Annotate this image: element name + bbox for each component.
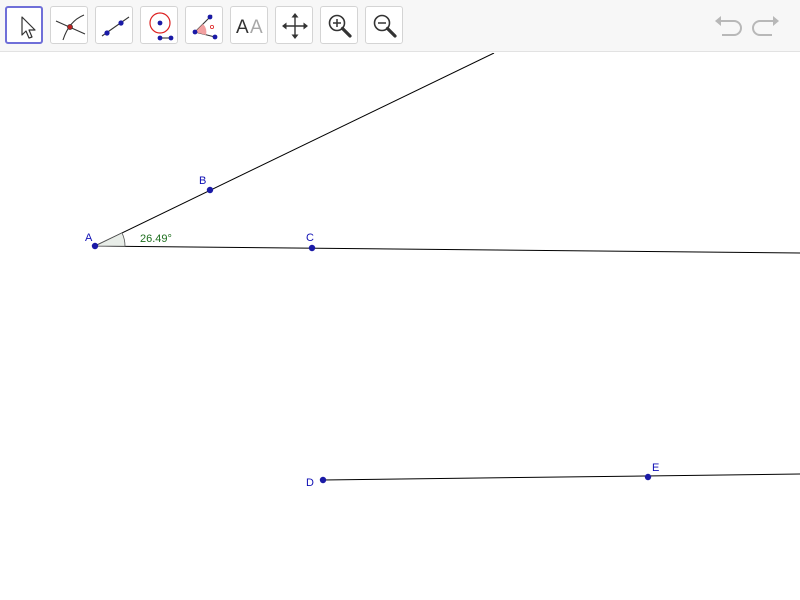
move-graphics-icon xyxy=(282,13,308,39)
move-tool-button[interactable] xyxy=(5,6,43,44)
point-c[interactable] xyxy=(308,244,316,252)
ray-ac[interactable] xyxy=(94,245,800,254)
point-c-label: C xyxy=(306,232,314,244)
point-a-label: A xyxy=(85,232,93,244)
undo-button[interactable] xyxy=(712,12,744,40)
point-b[interactable] xyxy=(206,186,214,194)
point-d-label: D xyxy=(306,477,314,489)
ray-de[interactable] xyxy=(322,473,800,481)
toolbar: A A xyxy=(0,0,800,52)
text-tool-button[interactable]: A A xyxy=(230,6,268,44)
zoom-in-icon xyxy=(328,14,352,38)
redo-button[interactable] xyxy=(750,12,782,40)
move-graphics-tool-button[interactable] xyxy=(275,6,313,44)
angle-icon xyxy=(192,14,218,40)
angle-sector[interactable] xyxy=(94,232,126,247)
point-b-label: B xyxy=(199,175,206,187)
point-e[interactable] xyxy=(644,473,652,481)
zoom-out-tool-button[interactable] xyxy=(365,6,403,44)
text-aa-icon: A A xyxy=(236,17,263,38)
text-icon-letter-light: A xyxy=(250,17,263,38)
line-two-points-icon xyxy=(101,16,130,37)
text-icon-letter-dark: A xyxy=(236,17,249,38)
angle-tool-button[interactable] xyxy=(185,6,223,44)
point-a[interactable] xyxy=(91,242,99,250)
undo-icon xyxy=(715,16,742,36)
ray-ab[interactable] xyxy=(94,53,495,247)
angle-value-label: 26.49° xyxy=(140,233,172,245)
intersect-point-icon xyxy=(55,14,86,41)
circle-tool-button[interactable] xyxy=(140,6,178,44)
intersect-tool-button[interactable] xyxy=(50,6,88,44)
point-e-label: E xyxy=(652,462,659,474)
arrow-pointer-icon xyxy=(21,16,36,39)
graphics-view[interactable]: 26.49° A B C D E xyxy=(0,53,800,600)
circle-center-icon xyxy=(149,12,174,41)
redo-icon xyxy=(752,16,779,36)
line-tool-button[interactable] xyxy=(95,6,133,44)
point-d[interactable] xyxy=(319,476,327,484)
zoom-in-tool-button[interactable] xyxy=(320,6,358,44)
zoom-out-icon xyxy=(373,14,397,38)
